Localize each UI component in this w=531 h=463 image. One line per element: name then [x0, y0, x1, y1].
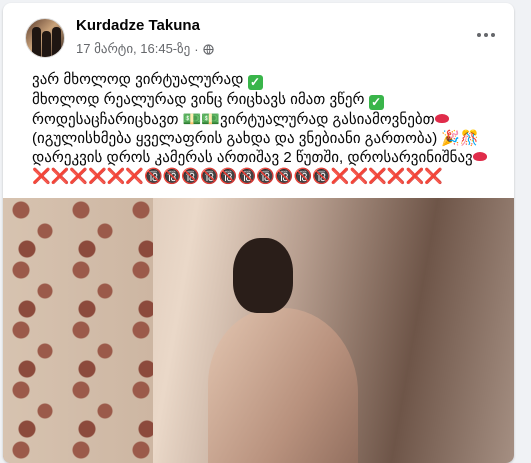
- post-line: დარეკვის დროს კამერას ართიშავ 2 წუთში, დ…: [32, 148, 502, 167]
- post-line: როდესაცჩარიცხავთ 💵💵ვირტუალურად გასიამოვნ…: [32, 110, 502, 129]
- lips-icon: [434, 114, 449, 123]
- photo-subject-head: [233, 238, 293, 313]
- post-text: ვარ მხოლოდ ვირტუალურად ✓ მხოლოდ რეალურად…: [32, 70, 502, 186]
- avatar-figure: [52, 27, 61, 57]
- avatar-figure: [32, 27, 41, 57]
- photo-subject-body: [208, 308, 358, 463]
- post-meta: 17 მარტი, 16:45-ზე ·: [76, 41, 214, 57]
- post-line: ვარ მხოლოდ ვირტუალურად ✓: [32, 70, 502, 90]
- post-line: ❌❌❌❌❌❌🔞🔞🔞🔞🔞🔞🔞🔞🔞🔞❌❌❌❌❌❌: [32, 167, 502, 186]
- post-line-text: ვარ მხოლოდ ვირტუალურად: [32, 71, 244, 88]
- post-line-text: (იგულისხმება ყველაფრის გახდა და ვნებიანი…: [32, 130, 479, 147]
- post-line-text: ❌❌❌❌❌❌🔞🔞🔞🔞🔞🔞🔞🔞🔞🔞❌❌❌❌❌❌: [32, 168, 443, 185]
- post-line: მხოლოდ რეალურად ვინც რიცხავს იმათ ვწერ ✓: [32, 90, 502, 110]
- post-line-text: როდესაცჩარიცხავთ 💵💵ვირტუალურად გასიამოვნ…: [32, 111, 435, 128]
- post-line-text: დარეკვის დროს კამერას ართიშავ 2 წუთში, დ…: [32, 149, 473, 166]
- avatar-figure: [42, 31, 51, 57]
- check-mark-icon: ✓: [247, 75, 263, 90]
- more-options-icon[interactable]: [472, 21, 500, 49]
- check-mark-icon: ✓: [368, 95, 384, 110]
- post-timestamp[interactable]: 17 მარტი, 16:45-ზე: [76, 41, 190, 57]
- globe-icon[interactable]: [202, 43, 214, 55]
- post-line: (იგულისხმება ყველაფრის გახდა და ვნებიანი…: [32, 129, 502, 148]
- post-line-text: მხოლოდ რეალურად ვინც რიცხავს იმათ ვწერ: [32, 91, 365, 108]
- photo-wallpaper: [3, 198, 153, 463]
- avatar[interactable]: [25, 18, 65, 58]
- post-photo[interactable]: [3, 198, 514, 463]
- author-name[interactable]: Kurdadze Takuna: [76, 17, 200, 34]
- lips-icon: [472, 152, 487, 161]
- photo-subject: [208, 228, 358, 463]
- meta-separator: ·: [194, 41, 199, 57]
- post-card: Kurdadze Takuna 17 მარტი, 16:45-ზე · ვარ…: [3, 3, 514, 463]
- post-header: Kurdadze Takuna 17 მარტი, 16:45-ზე ·: [3, 3, 514, 59]
